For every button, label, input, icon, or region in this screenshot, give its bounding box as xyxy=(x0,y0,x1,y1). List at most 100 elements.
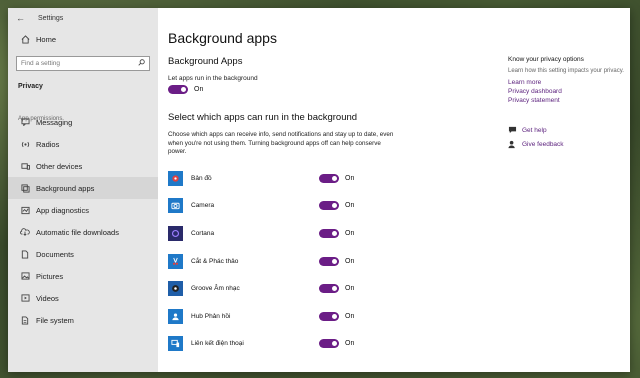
app-name: Cắt & Phác thảo xyxy=(191,257,239,265)
sidebar-item-label: Other devices xyxy=(36,161,83,171)
toggle-state-label: On xyxy=(345,229,355,237)
sidebar-item-radios[interactable]: Radios xyxy=(8,133,158,155)
app-toggle-group: On xyxy=(319,311,355,321)
sidebar-item-label: Documents xyxy=(36,249,74,259)
toggle-state-label: On xyxy=(345,285,355,293)
video-icon xyxy=(18,294,32,302)
snip-sketch-icon xyxy=(168,253,183,269)
sidebar-item-pictures[interactable]: Pictures xyxy=(8,265,158,287)
let-apps-toggle-row: On xyxy=(168,85,488,94)
main-content: Background apps Background Apps Let apps… xyxy=(158,8,630,372)
app-toggle-group: On xyxy=(319,339,354,349)
give-feedback-link[interactable]: Give feedback xyxy=(508,140,628,149)
sidebar: ← Settings Home Find a setting Privacy A… xyxy=(8,8,158,372)
sidebar-item-label: Home xyxy=(36,34,57,44)
select-apps-description: Choose which apps can receive info, send… xyxy=(168,131,394,155)
groove-music-icon xyxy=(168,281,183,297)
give-feedback-label: Give feedback xyxy=(522,141,564,148)
app-name: Camera xyxy=(191,202,215,210)
app-toggle[interactable] xyxy=(319,339,339,349)
app-name: Cortana xyxy=(191,229,215,237)
sidebar-item-label: Background apps xyxy=(36,183,95,193)
select-apps-heading: Select which apps can run in the backgro… xyxy=(168,112,358,123)
privacy-options-title: Know your privacy options xyxy=(508,56,584,63)
app-toggle-group: On xyxy=(319,173,355,183)
app-toggle[interactable] xyxy=(319,311,339,321)
app-toggle[interactable] xyxy=(319,228,339,238)
app-row: Cắt & Phác thảo On xyxy=(168,247,488,275)
app-name: Hub Phản hồi xyxy=(191,312,231,320)
help-chat-icon xyxy=(508,126,520,134)
devices-icon xyxy=(18,162,32,171)
sidebar-item-background-apps[interactable]: Background apps xyxy=(8,177,158,199)
app-toggle-group: On xyxy=(319,284,355,294)
background-apps-icon xyxy=(18,183,32,193)
sidebar-item-other-devices[interactable]: Other devices xyxy=(8,155,158,177)
app-row: Hub Phản hồi On xyxy=(168,302,488,330)
related-settings-panel: Know your privacy options Learn how this… xyxy=(508,56,628,149)
learn-more-link[interactable]: Learn more xyxy=(508,79,628,86)
app-toggle[interactable] xyxy=(319,201,339,211)
camera-icon xyxy=(168,198,183,214)
get-help-link[interactable]: Get help xyxy=(508,126,628,134)
title-bar: ← Settings xyxy=(8,8,158,28)
feedback-person-icon xyxy=(508,140,520,149)
sidebar-item-app-diagnostics[interactable]: App diagnostics xyxy=(8,199,158,221)
sidebar-item-label: App diagnostics xyxy=(36,205,89,215)
toggle-state-label: On xyxy=(345,312,355,320)
app-toggle-group: On xyxy=(319,201,355,211)
app-toggle[interactable] xyxy=(319,173,339,183)
sidebar-item-file-system[interactable]: File system xyxy=(8,309,158,331)
sidebar-item-label: File system xyxy=(36,315,74,325)
app-toggle[interactable] xyxy=(319,256,339,266)
document-icon xyxy=(18,249,32,259)
cortana-icon xyxy=(168,225,183,241)
sidebar-item-automatic-file-downloads[interactable]: Automatic file downloads xyxy=(8,221,158,243)
diagnostics-icon xyxy=(18,206,32,215)
window-title: Settings xyxy=(38,14,64,22)
maps-icon xyxy=(168,170,183,186)
get-help-label: Get help xyxy=(522,126,547,134)
section-title-privacy: Privacy xyxy=(18,83,43,90)
app-row: Cortana On xyxy=(168,220,488,248)
phone-link-icon xyxy=(168,336,183,352)
message-icon xyxy=(18,118,32,126)
bg-apps-heading: Background Apps xyxy=(168,56,243,67)
toggle-state-label: On xyxy=(345,202,355,210)
sidebar-item-videos[interactable]: Videos xyxy=(8,287,158,309)
app-toggle-group: On xyxy=(319,228,355,238)
picture-icon xyxy=(18,272,32,280)
privacy-dashboard-link[interactable]: Privacy dashboard xyxy=(508,88,628,95)
home-icon xyxy=(18,34,32,44)
radio-icon xyxy=(18,140,32,149)
let-apps-toggle[interactable] xyxy=(168,85,188,94)
sidebar-item-label: Radios xyxy=(36,139,60,149)
sidebar-item-documents[interactable]: Documents xyxy=(8,243,158,265)
toggle-state-label: On xyxy=(194,86,204,93)
privacy-options-desc: Learn how this setting impacts your priv… xyxy=(508,68,624,74)
toggle-state-label: On xyxy=(345,257,355,265)
app-row: Liên kết điện thoại On xyxy=(168,330,488,358)
sidebar-item-label: Automatic file downloads xyxy=(36,227,119,237)
app-toggle-group: On xyxy=(319,256,355,266)
search-placeholder: Find a setting xyxy=(21,60,61,67)
app-row: Bản đồ On xyxy=(168,165,488,193)
cloud-download-icon xyxy=(18,228,32,236)
toggle-state-label: On xyxy=(345,174,355,182)
feedback-hub-icon xyxy=(168,308,183,324)
privacy-statement-link[interactable]: Privacy statement xyxy=(508,97,628,104)
page-title: Background apps xyxy=(168,30,277,46)
search-icon[interactable] xyxy=(138,59,145,68)
app-toggle[interactable] xyxy=(319,284,339,294)
app-name: Bản đồ xyxy=(191,174,212,182)
sidebar-item-messaging[interactable]: Messaging xyxy=(8,111,158,133)
sidebar-item-home[interactable]: Home xyxy=(8,28,158,50)
search-input[interactable]: Find a setting xyxy=(16,56,150,71)
app-row: Groove Âm nhạc On xyxy=(168,275,488,303)
app-name: Liên kết điện thoại xyxy=(191,340,244,348)
app-row: Camera On xyxy=(168,192,488,220)
back-arrow-icon[interactable]: ← xyxy=(16,13,38,23)
settings-window: ← Settings Home Find a setting Privacy A… xyxy=(8,8,630,372)
sidebar-item-label: Videos xyxy=(36,293,59,303)
file-system-icon xyxy=(18,315,32,325)
